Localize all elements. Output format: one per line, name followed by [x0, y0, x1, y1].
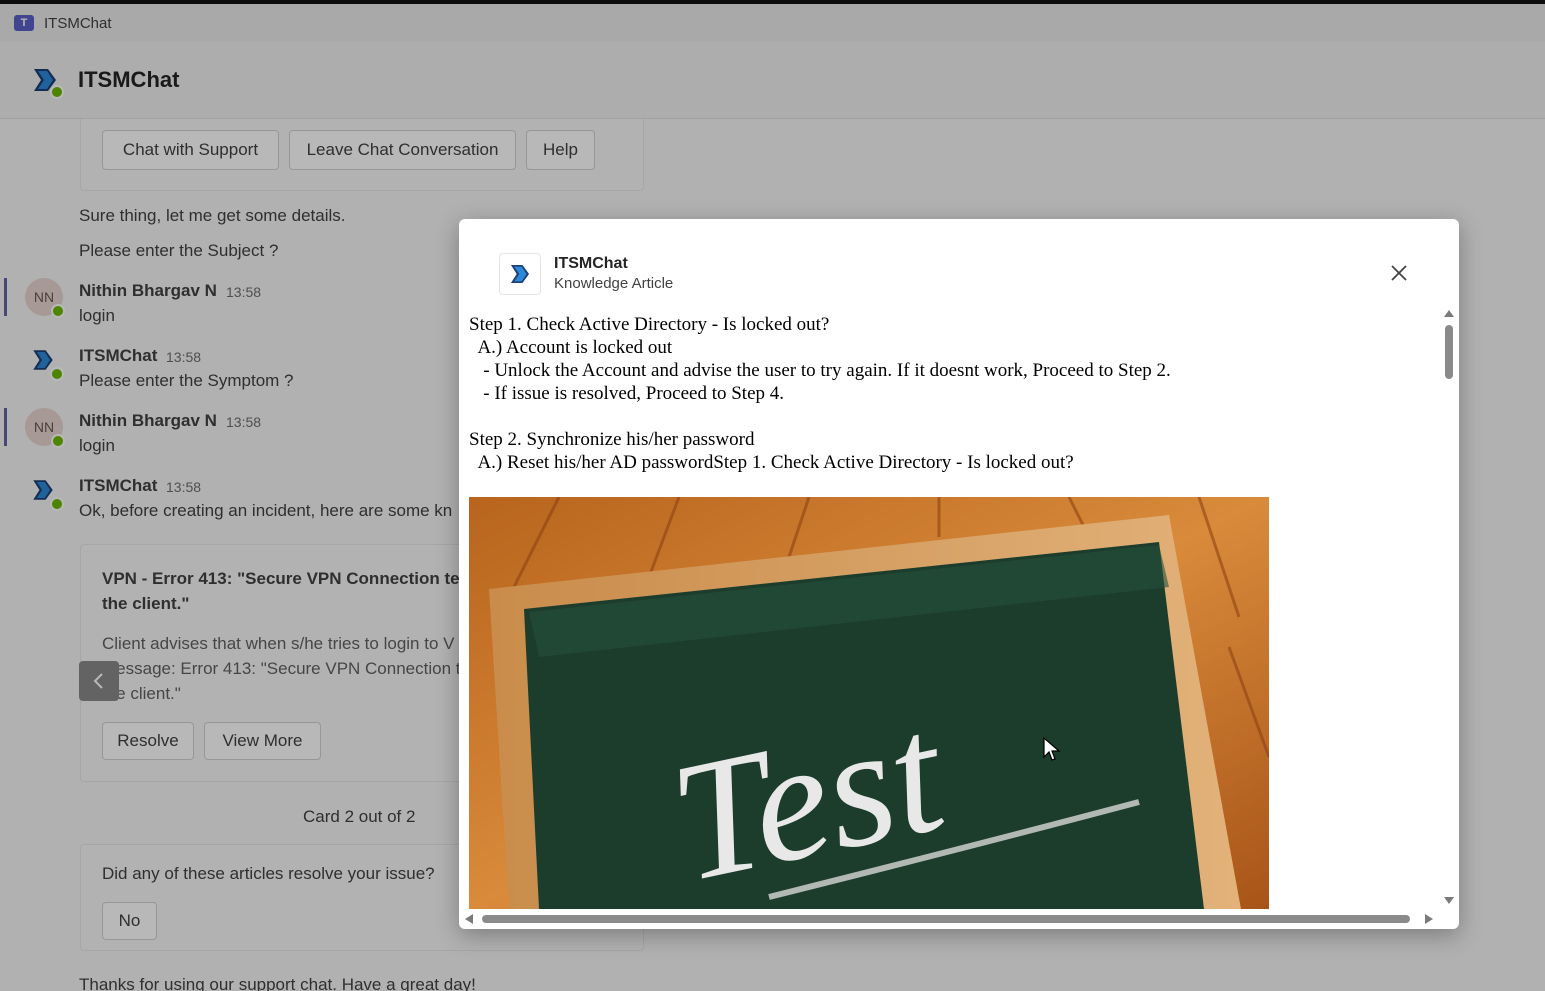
article-line: Step 1. Check Active Directory - Is lock… — [469, 314, 830, 335]
article-line: A.) Reset his/her AD passwordStep 1. Che… — [469, 452, 1074, 473]
scroll-thumb — [1445, 325, 1453, 379]
article-line: Step 2. Synchronize his/her password — [469, 429, 755, 450]
itsmchat-logo-icon — [499, 253, 541, 295]
article-line: A.) Account is locked out — [469, 337, 673, 358]
article-line: - Unlock the Account and advise the user… — [469, 360, 1171, 381]
article-line — [469, 405, 1439, 428]
scroll-left-icon — [465, 914, 473, 924]
dialog-subtitle: Knowledge Article — [554, 275, 674, 292]
scroll-right-icon — [1425, 914, 1433, 924]
dialog-title: ITSMChat — [554, 255, 628, 272]
close-button[interactable] — [1385, 259, 1413, 287]
article-image: Test — [469, 497, 1269, 909]
knowledge-article-dialog: ITSMChat Knowledge Article Step 1. Check… — [459, 219, 1459, 929]
horizontal-scrollbar[interactable] — [459, 909, 1444, 929]
mouse-pointer-icon — [1043, 736, 1061, 768]
scroll-down-icon — [1444, 897, 1454, 904]
close-icon — [1391, 265, 1407, 281]
scroll-up-icon — [1444, 310, 1454, 317]
vertical-scrollbar[interactable] — [1441, 307, 1457, 911]
article-line: - If issue is resolved, Proceed to Step … — [469, 383, 785, 404]
scroll-thumb — [482, 915, 1410, 923]
